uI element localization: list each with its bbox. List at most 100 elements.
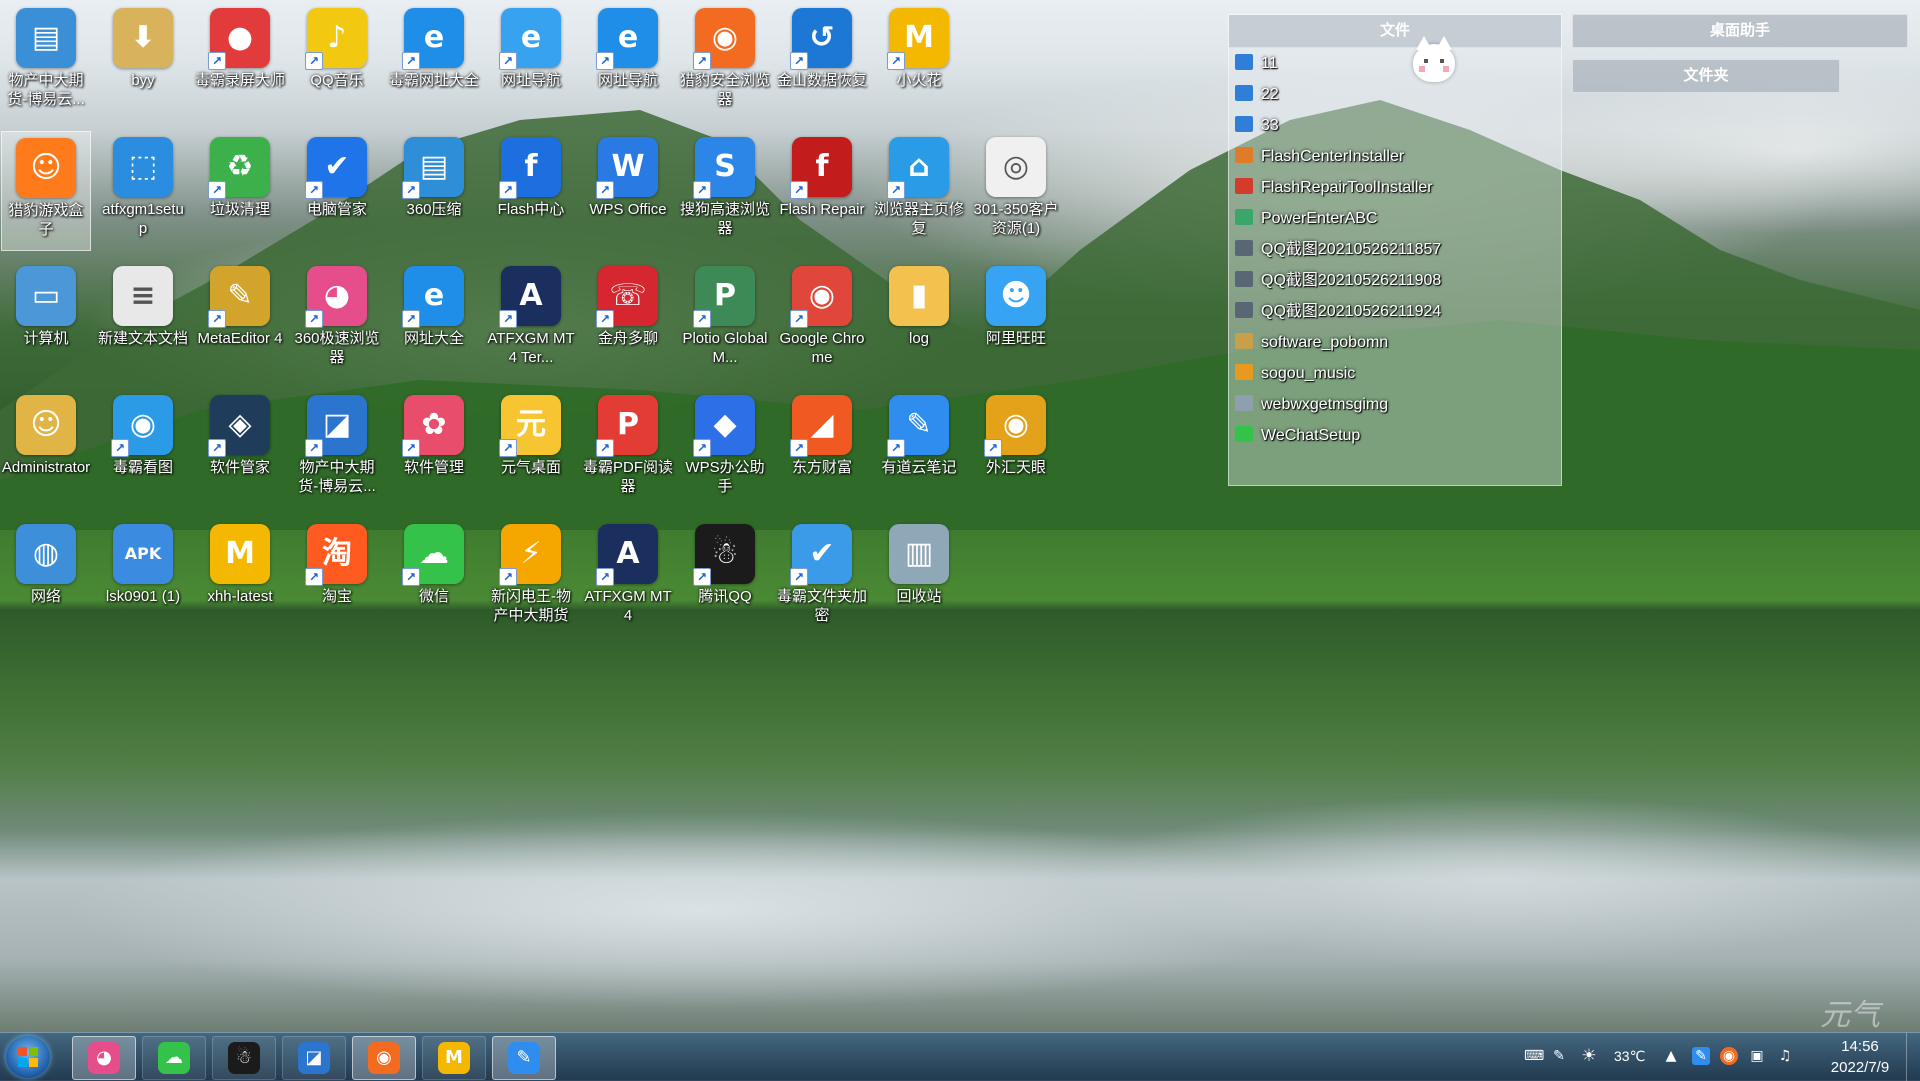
desktop-icon[interactable]: ◪物产中大期货-博易云... (292, 389, 382, 509)
fence-file-item[interactable]: FlashCenterInstaller (1229, 141, 1561, 172)
volume-icon[interactable]: ♫ (1776, 1047, 1794, 1065)
desktop-icon[interactable]: ▤ 360压缩 (389, 131, 479, 251)
fence-file-item[interactable]: 22 (1229, 79, 1561, 110)
desktop-icon[interactable]: ↺ 金山数据恢复 (777, 2, 867, 122)
taskbar-app-360-browser[interactable]: ◕ (72, 1036, 136, 1080)
taskbar-app-boyi[interactable]: ◪ (282, 1036, 346, 1080)
desktop-icon[interactable]: e 网址导航 (486, 2, 576, 122)
desktop-icon[interactable]: ◉ 外汇天眼 (971, 389, 1061, 509)
desktop-icon[interactable]: e 网址大全 (389, 260, 479, 380)
fence-file-label: webwxgetmsgimg (1261, 396, 1389, 413)
network-icon[interactable]: ▣ (1748, 1047, 1766, 1065)
desktop-icon[interactable]: ◕360极速浏览器 (292, 260, 382, 380)
desktop-icon[interactable]: ⚡新闪电王-物产中大期货 (486, 518, 576, 638)
fence-file-item[interactable]: FlashRepairToolInstaller (1229, 172, 1561, 203)
desktop-icon[interactable]: f Flash Repair (777, 131, 867, 251)
fence-title[interactable]: 文件 (1229, 15, 1561, 48)
chevron-up-icon[interactable]: ▲ (1662, 1047, 1680, 1065)
desktop-icon[interactable]: ≡ 新建文本文档 (98, 260, 188, 380)
desktop-icon[interactable]: ◎ 301-350客户资源(1) (971, 131, 1061, 251)
fence-file-item[interactable]: QQ截图20210526211857 (1229, 234, 1561, 265)
desktop-icon[interactable]: ✔ 电脑管家 (292, 131, 382, 251)
fence-file-item[interactable]: PowerEnterABC (1229, 203, 1561, 234)
desktop-icon[interactable]: ▮ log (874, 260, 964, 380)
desktop-icon[interactable]: S搜狗高速浏览器 (680, 131, 770, 251)
desktop-icon[interactable]: e 毒霸网址大全 (389, 2, 479, 122)
desktop-icon[interactable]: M 小火花 (874, 2, 964, 122)
desktop-icon[interactable]: ▭ 计算机 (1, 260, 91, 380)
desktop-icon[interactable]: ☏ 金舟多聊 (583, 260, 673, 380)
taskbar-app-qq[interactable]: ☃ (212, 1036, 276, 1080)
show-desktop-button[interactable] (1906, 1033, 1920, 1081)
fence-file-item[interactable]: sogou_music (1229, 358, 1561, 389)
desktop-icon[interactable]: AATFXGM MT4 (583, 518, 673, 638)
taskbar-app-cheetah-browser[interactable]: ◉ (352, 1036, 416, 1080)
desktop-icon[interactable]: ⬇ byy (98, 2, 188, 122)
desktop-icon[interactable]: ● 毒霸录屏大师 (195, 2, 285, 122)
taskbar-app-youdao-note[interactable]: ✎ (492, 1036, 556, 1080)
desktop-icon[interactable]: Mxhh-latest (195, 518, 285, 638)
desktop-icon[interactable]: ☻ 阿里旺旺 (971, 260, 1061, 380)
desktop-icon[interactable]: ☺ Administrator (1, 389, 91, 509)
app-icon: S (693, 137, 755, 199)
desktop-icon[interactable]: ☃ 腾讯QQ (680, 518, 770, 638)
desktop-icon[interactable]: ✎ MetaEditor 4 (195, 260, 285, 380)
weather-sun-icon[interactable]: ☀ (1580, 1047, 1598, 1065)
desktop-icon[interactable]: f Flash中心 (486, 131, 576, 251)
fence-file-item[interactable]: QQ截图20210526211908 (1229, 265, 1561, 296)
fence-file-item[interactable]: 33 (1229, 110, 1561, 141)
desktop-icon[interactable]: APK lsk0901 (1) (98, 518, 188, 638)
desktop-icon[interactable]: 元元气桌面 (486, 389, 576, 509)
desktop-icon[interactable]: ◉猎豹安全浏览器 (680, 2, 770, 122)
desktop-icon[interactable]: ▥ 回收站 (874, 518, 964, 638)
desktop-icon[interactable]: ♪ QQ音乐 (292, 2, 382, 122)
desktop-icon[interactable]: ▤ 物产中大期货-博易云... (1, 2, 91, 122)
desktop-icon[interactable]: ✿ 软件管理 (389, 389, 479, 509)
app-icon: ◉ (790, 266, 852, 328)
desktop-icon[interactable]: ☺ 猎豹游戏盒子 (1, 131, 91, 251)
fence-file-item[interactable]: webwxgetmsgimg (1229, 389, 1561, 420)
app-icon: e (402, 266, 464, 328)
fence-file-item[interactable]: WeChatSetup (1229, 420, 1561, 451)
fence-file-item[interactable]: software_pobomn (1229, 327, 1561, 358)
desktop-icon[interactable]: ◉ 毒霸看图 (98, 389, 188, 509)
installer-icon (1235, 178, 1253, 194)
keyboard-icon[interactable]: ⌨ (1524, 1047, 1544, 1065)
desktop-icon[interactable]: ♻ 垃圾清理 (195, 131, 285, 251)
desktop-icon[interactable]: P毒霸PDF阅读器 (583, 389, 673, 509)
desktop-icon[interactable]: ✔毒霸文件夹加密 (777, 518, 867, 638)
desktop-icon-label: 毒霸看图 (112, 459, 173, 476)
fence-file-label: sogou_music (1261, 365, 1356, 382)
desktop-icon-label: 计算机 (23, 330, 69, 347)
app-icon: ♪ (305, 8, 367, 70)
desktop-icon[interactable]: ◆WPS办公助手 (680, 389, 770, 509)
youdao-tray-icon[interactable]: ✎ (1692, 1047, 1710, 1065)
desktop-icon[interactable]: ⬚ atfxgm1setup (98, 131, 188, 251)
fence-file-item[interactable]: 11 (1229, 48, 1561, 79)
desktop-icon[interactable]: 淘淘宝 (292, 518, 382, 638)
pen-icon[interactable]: ✎ (1550, 1047, 1568, 1065)
desktop-icon[interactable]: ✎ 有道云笔记 (874, 389, 964, 509)
desktop-icon[interactable]: ◢ 东方财富 (777, 389, 867, 509)
desktop-icon[interactable]: ☁ 微信 (389, 518, 479, 638)
taskbar-app-xiaohuohua[interactable]: M (422, 1036, 486, 1080)
desktop-icon[interactable]: PPlotio Global M... (680, 260, 770, 380)
fence-file-item[interactable]: QQ截图20210526211924 (1229, 296, 1561, 327)
start-button[interactable] (6, 1036, 50, 1078)
desktop-icon[interactable]: e 网址导航 (583, 2, 673, 122)
desktop-icon-label: 新建文本文档 (98, 330, 189, 347)
cat-mascot-icon[interactable] (1413, 36, 1455, 82)
file-fence-panel[interactable]: 文件 11 22 33 FlashCenterInstaller FlashRepair… (1228, 14, 1562, 486)
desktop-helper-button[interactable]: 桌面助手 (1572, 14, 1908, 48)
desktop-icon[interactable]: ⌂浏览器主页修复 (874, 131, 964, 251)
desktop-icon[interactable]: W WPS Office (583, 131, 673, 251)
temperature-readout[interactable]: 33℃ (1614, 1048, 1645, 1065)
clock[interactable]: 14:56 2022/7/9 (1820, 1036, 1900, 1078)
desktop-icon[interactable]: AATFXGM MT4 Ter... (486, 260, 576, 380)
folder-button[interactable]: 文件夹 (1572, 59, 1840, 93)
cheetah-tray-icon[interactable]: ◉ (1720, 1047, 1738, 1065)
desktop-icon[interactable]: ◈ 软件管家 (195, 389, 285, 509)
taskbar-app-wechat[interactable]: ☁ (142, 1036, 206, 1080)
desktop-icon[interactable]: ◍ 网络 (1, 518, 91, 638)
desktop-icon[interactable]: ◉Google Chrome (777, 260, 867, 380)
